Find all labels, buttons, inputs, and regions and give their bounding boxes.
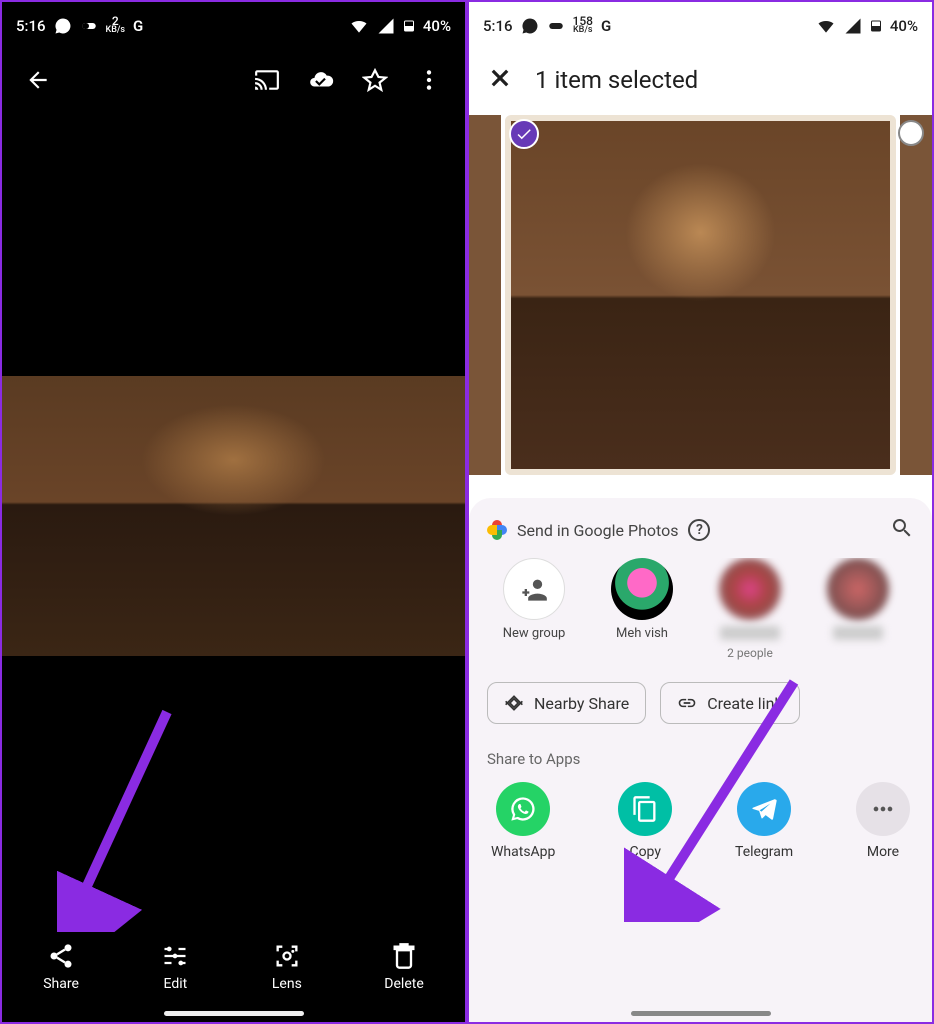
network-speed: 158KB/s	[573, 17, 593, 35]
star-outline-icon	[362, 67, 388, 93]
photo-toolbar	[2, 50, 465, 110]
more-horiz-icon	[856, 782, 910, 836]
photo-viewer-screen: 5:16 2KB/s G 40%	[0, 0, 467, 1024]
contacts-row: New group Meh vish 2 people N MM	[487, 558, 914, 660]
delete-label: Delete	[384, 976, 423, 992]
wifi-icon	[816, 16, 836, 36]
contact-sublabel: 2 people	[727, 646, 773, 660]
contact-item[interactable]: Meh vish	[595, 558, 689, 660]
g-status-icon: G	[601, 17, 611, 35]
close-button[interactable]	[487, 65, 513, 95]
app-label: More	[867, 844, 899, 860]
contact-label: New group	[503, 626, 566, 641]
contact-label	[720, 626, 780, 640]
lens-button[interactable]: Lens	[272, 942, 302, 992]
tune-icon	[161, 942, 189, 970]
nearby-share-button[interactable]: Nearby Share	[487, 682, 646, 724]
pill-status-icon	[547, 17, 565, 35]
thumbnail-selected[interactable]	[505, 115, 896, 475]
share-sheet-header: Send in Google Photos ?	[487, 516, 914, 544]
thumbnail-prev[interactable]	[469, 115, 501, 475]
trash-icon	[390, 942, 418, 970]
g-status-icon: G	[133, 17, 143, 35]
contact-item[interactable]	[811, 558, 905, 660]
selection-title: 1 item selected	[535, 66, 698, 94]
wifi-icon	[349, 16, 369, 36]
battery-percent: 40%	[423, 17, 451, 35]
close-icon	[487, 65, 513, 91]
lens-icon	[273, 942, 301, 970]
whatsapp-status-icon	[521, 17, 539, 35]
thumbnail-next[interactable]	[900, 115, 932, 475]
gesture-bar[interactable]	[631, 1011, 771, 1016]
edit-button[interactable]: Edit	[161, 942, 189, 992]
whatsapp-icon	[496, 782, 550, 836]
nearby-share-icon	[504, 693, 524, 713]
contact-label	[833, 626, 883, 640]
signal-icon	[377, 17, 395, 35]
help-button[interactable]: ?	[688, 519, 710, 541]
gesture-bar[interactable]	[164, 1011, 304, 1016]
battery-percent: 40%	[890, 17, 918, 35]
search-icon	[890, 516, 914, 540]
app-label: WhatsApp	[491, 844, 555, 860]
status-bar: 5:16 158KB/s G 40%	[469, 2, 932, 50]
contact-item[interactable]: 2 people	[703, 558, 797, 660]
contact-avatar	[719, 558, 781, 620]
share-app-more[interactable]: More	[856, 782, 910, 860]
whatsapp-status-icon	[54, 17, 72, 35]
google-photos-icon	[487, 520, 507, 540]
photo-action-bar: Share Edit Lens Delete	[2, 922, 465, 1022]
new-group-button[interactable]: New group	[487, 558, 581, 660]
status-bar: 5:16 2KB/s G 40%	[2, 2, 465, 50]
thumbnail-strip[interactable]	[469, 110, 932, 480]
cast-icon	[254, 67, 280, 93]
signal-icon	[844, 17, 862, 35]
favorite-button[interactable]	[353, 58, 397, 102]
cast-button[interactable]	[245, 58, 289, 102]
cloud-check-icon	[308, 67, 334, 93]
chip-label: Nearby Share	[534, 694, 629, 713]
annotation-arrow	[624, 672, 804, 922]
status-time: 5:16	[16, 17, 46, 35]
status-time: 5:16	[483, 17, 513, 35]
arrow-left-icon	[25, 67, 51, 93]
share-button[interactable]: Share	[43, 942, 79, 992]
overflow-button[interactable]	[407, 58, 451, 102]
search-contacts-button[interactable]	[890, 516, 914, 544]
back-button[interactable]	[16, 58, 60, 102]
contact-label: Meh vish	[616, 626, 668, 641]
network-speed: 2KB/s	[106, 17, 126, 35]
new-group-icon	[503, 558, 565, 620]
edit-label: Edit	[164, 976, 188, 992]
share-icon	[47, 942, 75, 970]
selection-check-icon[interactable]	[509, 119, 539, 149]
share-label: Share	[43, 976, 79, 992]
cloud-backup-button[interactable]	[299, 58, 343, 102]
pill-status-icon	[80, 17, 98, 35]
thumbnail-next-select[interactable]	[898, 120, 924, 146]
lens-label: Lens	[272, 976, 302, 992]
contact-avatar	[827, 558, 889, 620]
delete-button[interactable]: Delete	[384, 942, 423, 992]
annotation-arrow	[57, 702, 177, 932]
battery-icon	[403, 16, 415, 36]
contact-avatar	[611, 558, 673, 620]
battery-icon	[870, 16, 882, 36]
photo-content	[2, 376, 465, 656]
selection-appbar: 1 item selected	[469, 50, 932, 110]
more-vert-icon	[416, 67, 442, 93]
send-in-photos-label[interactable]: Send in Google Photos	[517, 521, 678, 540]
share-app-whatsapp[interactable]: WhatsApp	[491, 782, 555, 860]
share-sheet-screen: 5:16 158KB/s G 40% 1 item selected	[467, 0, 934, 1024]
